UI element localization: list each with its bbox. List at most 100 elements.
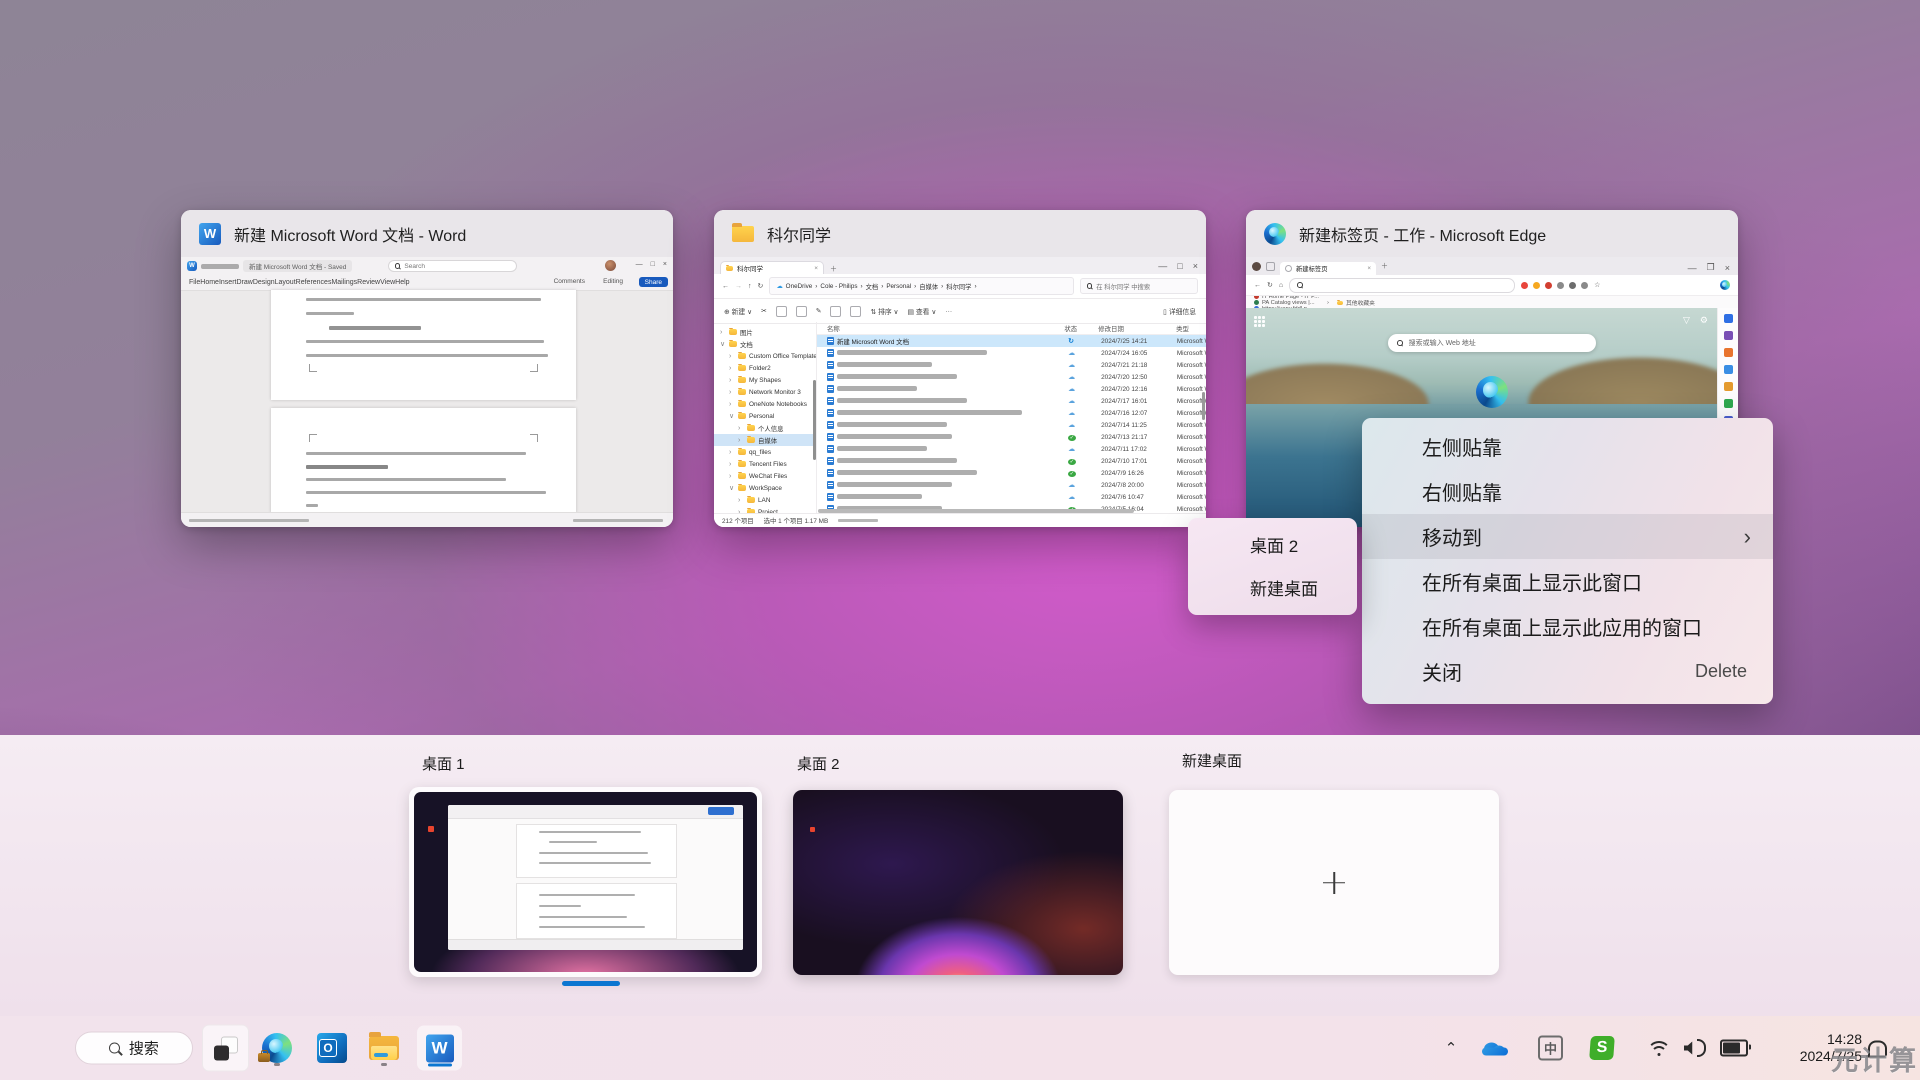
onedrive-tray-icon[interactable] — [1482, 1041, 1508, 1056]
ribbon-tab[interactable]: Home — [200, 279, 219, 286]
file-row[interactable]: 2024/7/10 17:01 Microsoft Word — [817, 455, 1206, 467]
new-tab-button[interactable]: ＋ — [1381, 261, 1388, 271]
sidebar-app-icon[interactable] — [1724, 365, 1733, 374]
explorer-tab[interactable]: 科尔同学× — [720, 261, 824, 274]
cut-icon[interactable]: ✂ — [761, 307, 767, 315]
file-row[interactable]: 2024/7/11 17:02 Microsoft Word — [817, 443, 1206, 455]
tray-chevron-up[interactable]: ⌃ — [1441, 1038, 1461, 1058]
ribbon-tab[interactable]: Mailings — [331, 279, 357, 286]
menu-item-show-window-all-desktops[interactable]: 在所有桌面上显示此窗口 — [1362, 559, 1773, 604]
word-search-box[interactable]: Search — [388, 260, 517, 272]
desktop-1-label[interactable]: 桌面 1 — [422, 753, 465, 774]
sogou-input-icon[interactable]: S — [1589, 1036, 1615, 1060]
explorer-search-box[interactable]: 在 科尔同学 中搜索 — [1080, 278, 1198, 294]
desktop-1-thumbnail[interactable] — [409, 787, 762, 977]
file-row[interactable]: 2024/7/24 16:05 Microsoft Word — [817, 347, 1206, 359]
file-row[interactable]: 2024/7/17 16:01 Microsoft Word — [817, 395, 1206, 407]
sidebar-app-icon[interactable] — [1724, 331, 1733, 340]
window-thumbnail-explorer[interactable]: 科尔同学 科尔同学× ＋ —□× ← → ↑ ↻ ☁ OneDrive› Col… — [714, 210, 1206, 527]
column-headers[interactable]: 名称 状态 修改日期 类型 — [817, 322, 1206, 335]
file-row[interactable]: 2024/7/20 12:50 Microsoft Word — [817, 371, 1206, 383]
taskbar-search[interactable]: 搜索 — [75, 1032, 193, 1065]
file-row[interactable]: 2024/7/14 11:25 Microsoft Word — [817, 419, 1206, 431]
sidebar-folder-item[interactable]: › Network Monitor 3 — [714, 386, 816, 398]
home-icon[interactable]: ⌂ — [1279, 282, 1283, 289]
taskbar-edge-button[interactable] — [260, 1026, 294, 1070]
view-button[interactable]: ▤ 查看 ∨ — [908, 306, 937, 316]
sidebar-folder-item[interactable]: › WeChat Files — [714, 470, 816, 482]
ime-language-icon[interactable]: 中 — [1538, 1036, 1563, 1061]
tab-actions-icon[interactable] — [1266, 262, 1275, 271]
gear-icon[interactable]: ⚙ — [1700, 315, 1708, 326]
extension-icon[interactable] — [1545, 282, 1552, 289]
edge-window-controls[interactable]: —❐× — [1688, 262, 1730, 273]
forward-icon[interactable]: → — [735, 283, 742, 290]
window-thumbnail-word[interactable]: W 新建 Microsoft Word 文档 - Word W 新建 Micro… — [181, 210, 673, 527]
extension-icon[interactable] — [1569, 282, 1576, 289]
extension-icons[interactable] — [1521, 282, 1588, 289]
sidebar-app-icon[interactable] — [1724, 348, 1733, 357]
edge-active-tab[interactable]: 新建标签页× — [1280, 262, 1376, 275]
new-desktop-button[interactable] — [1169, 790, 1499, 975]
ribbon-tab[interactable]: Review — [357, 279, 380, 286]
new-button[interactable]: ⊕ 新建 ∨ — [724, 306, 752, 316]
editing-button[interactable]: Editing — [603, 278, 623, 285]
favorites-overflow[interactable]: › — [1327, 300, 1329, 306]
file-row[interactable]: 2024/7/16 12:07 Microsoft Word — [817, 407, 1206, 419]
refresh-icon[interactable]: ↻ — [1267, 281, 1273, 289]
desktop-2-thumbnail[interactable] — [793, 790, 1123, 975]
copilot-icon[interactable] — [1720, 280, 1730, 290]
file-row[interactable]: 2024/7/13 21:17 Microsoft Word — [817, 431, 1206, 443]
up-icon[interactable]: ↑ — [748, 283, 752, 290]
menu-item-show-app-windows-all-desktops[interactable]: 在所有桌面上显示此应用的窗口 — [1362, 604, 1773, 649]
details-pane-button[interactable]: ▯ 详细信息 — [1163, 306, 1196, 316]
sidebar-folder-item[interactable]: ∨ Personal — [714, 410, 816, 422]
sidebar-folder-item[interactable]: ∨ WorkSpace — [714, 482, 816, 494]
copy-icon[interactable] — [776, 306, 787, 317]
back-icon[interactable]: ← — [1254, 282, 1261, 289]
apps-grid-icon[interactable] — [1254, 316, 1265, 327]
share-button[interactable]: Share — [639, 277, 668, 287]
file-row[interactable]: 2024/7/21 21:18 Microsoft Word — [817, 359, 1206, 371]
volume-icon[interactable] — [1684, 1039, 1706, 1057]
file-row[interactable]: 2024/7/9 16:26 Microsoft Word — [817, 467, 1206, 479]
ribbon-tab[interactable]: Layout — [275, 279, 296, 286]
ribbon-tab[interactable]: View — [380, 279, 395, 286]
sort-button[interactable]: ⇅ 排序 ∨ — [870, 306, 898, 316]
layout-icon[interactable]: ▽ — [1683, 315, 1690, 326]
rename-icon[interactable]: ✎ — [816, 307, 822, 315]
new-tab-button[interactable]: ＋ — [830, 264, 837, 274]
ribbon-tab[interactable]: File — [189, 279, 200, 286]
paste-icon[interactable] — [796, 306, 807, 317]
taskbar-word-button[interactable]: W — [417, 1026, 462, 1071]
more-button[interactable]: ··· — [945, 308, 952, 315]
wifi-icon[interactable] — [1648, 1040, 1670, 1056]
extension-icon[interactable] — [1557, 282, 1564, 289]
sidebar-folder-item[interactable]: › LAN — [714, 494, 816, 506]
extension-icon[interactable] — [1533, 282, 1540, 289]
sidebar-folder-item[interactable]: › Custom Office Templates — [714, 350, 816, 362]
new-desktop-label[interactable]: 新建桌面 — [1182, 750, 1242, 771]
sidebar-folder-item[interactable]: › Tencent Files — [714, 458, 816, 470]
newtab-search-box[interactable]: 搜索或输入 Web 地址 — [1388, 334, 1596, 352]
taskbar-outlook-button[interactable] — [315, 1026, 349, 1070]
submenu-item-desktop-2[interactable]: 桌面 2 — [1188, 523, 1357, 566]
sidebar-app-icon[interactable] — [1724, 382, 1733, 391]
ribbon-tab[interactable]: References — [296, 279, 332, 286]
menu-item-snap-right[interactable]: 右侧贴靠 — [1362, 469, 1773, 514]
menu-item-close[interactable]: 关闭Delete — [1362, 649, 1773, 694]
file-row[interactable]: 2024/7/20 12:16 Microsoft Word — [817, 383, 1206, 395]
desktop-2-label[interactable]: 桌面 2 — [797, 753, 840, 774]
sidebar-app-icon[interactable] — [1724, 314, 1733, 323]
sidebar-folder-item[interactable]: ∨ 文档 — [714, 338, 816, 350]
newtab-settings-icons[interactable]: ▽⚙ — [1683, 315, 1708, 326]
menu-item-move-to[interactable]: 移动到› — [1362, 514, 1773, 559]
share-icon[interactable] — [830, 306, 841, 317]
submenu-item-new-desktop[interactable]: 新建桌面 — [1188, 566, 1357, 609]
sidebar-folder-item[interactable]: › My Shapes — [714, 374, 816, 386]
file-row[interactable]: 2024/7/6 10:47 Microsoft Word — [817, 491, 1206, 503]
ribbon-tab[interactable]: Insert — [219, 279, 237, 286]
file-row[interactable]: 2024/7/8 20:00 Microsoft Word — [817, 479, 1206, 491]
breadcrumb[interactable]: ☁ OneDrive› Cole - Philips› 文档› Personal… — [769, 277, 1074, 295]
profile-avatar[interactable] — [1252, 262, 1261, 271]
